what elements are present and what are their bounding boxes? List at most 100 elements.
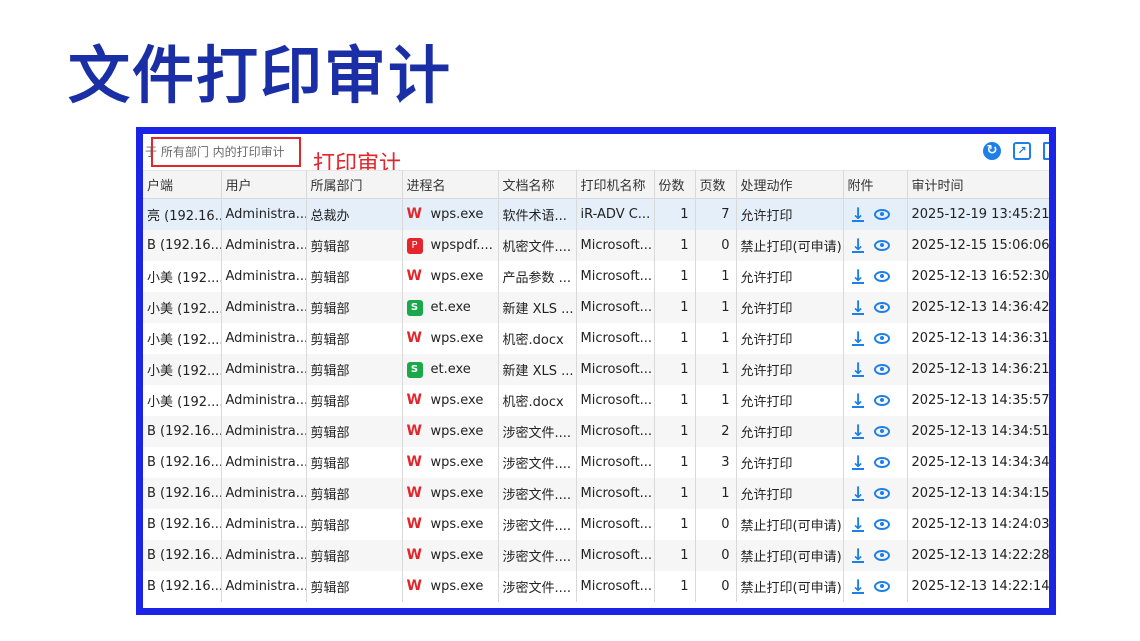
download-icon[interactable]: ↓ [851,268,865,284]
download-icon[interactable]: ↓ [851,237,865,253]
cell-time: 2025-12-13 14:24:03 [907,508,1049,540]
cell-process: Wwps.exe [402,415,499,447]
cell-copies: 1 [654,415,696,447]
highlight-box [151,137,301,167]
download-icon[interactable]: ↓ [851,299,865,315]
process-name: wps.exe [430,206,484,222]
cell-action: 禁止打印(可申请) [736,508,844,540]
table-row[interactable]: B (192.16... Administra... 剪辑部 Wwps.exe 涉密文件… [143,415,1049,447]
cell-doc: 新建 XLS ... [498,291,577,323]
cell-doc: 涉密文件.... [498,508,577,540]
cell-printer: iR-ADV C... [576,198,655,230]
view-icon[interactable] [873,301,890,313]
cell-user: Administra... [221,384,307,416]
view-icon[interactable] [873,580,890,592]
view-icon[interactable] [873,239,890,251]
view-icon[interactable] [873,270,890,282]
column-header[interactable]: 户端 [143,170,222,199]
cell-printer: Microsoft... [576,353,655,385]
cell-process: Wwps.exe [402,384,499,416]
download-icon[interactable]: ↓ [851,454,865,470]
cell-process: Wwps.exe [402,477,499,509]
cell-pages: 1 [695,477,737,509]
cell-time: 2025-12-13 14:36:21 [907,353,1049,385]
column-header[interactable]: 用户 [221,170,307,199]
view-icon[interactable] [873,394,890,406]
cell-process: Wwps.exe [402,570,499,602]
cell-attachment: ↓ [843,260,908,292]
cell-action: 允许打印 [736,446,844,478]
refresh-icon[interactable]: ↻ [983,142,1001,160]
cell-user: Administra... [221,539,307,571]
more-icon[interactable] [1043,142,1049,160]
table-row[interactable]: 小美 (192.... Administra... 剪辑部 Set.exe 新建 XLS… [143,353,1049,385]
view-icon[interactable] [873,208,890,220]
cell-attachment: ↓ [843,570,908,602]
view-icon[interactable] [873,518,890,530]
column-header[interactable]: 进程名 [402,170,499,199]
table-row[interactable]: B (192.16... Administra... 剪辑部 Wwps.exe 涉密文件… [143,570,1049,602]
cell-time: 2025-12-13 14:35:57 [907,384,1049,416]
table-row[interactable]: B (192.16... Administra... 剪辑部 Wwps.exe 涉密文件… [143,508,1049,540]
table-row[interactable]: 小美 (192.... Administra... 剪辑部 Wwps.exe 机密.do… [143,384,1049,416]
table-row[interactable]: 小美 (192.... Administra... 剪辑部 Set.exe 新建 XLS… [143,291,1049,323]
process-name: wpspdf.... [430,238,493,253]
column-header[interactable]: 份数 [654,170,696,199]
wps-icon: W [406,423,422,439]
cell-doc: 机密文件.... [498,229,577,261]
table-row[interactable]: 亮 (192.16... Administra... 总裁办 Wwps.exe 软件术语… [143,198,1049,230]
cell-printer: Microsoft... [576,415,655,447]
download-icon[interactable]: ↓ [851,485,865,501]
view-icon[interactable] [873,487,890,499]
download-icon[interactable]: ↓ [851,516,865,532]
cell-user: Administra... [221,353,307,385]
cell-printer: Microsoft... [576,508,655,540]
download-icon[interactable]: ↓ [851,361,865,377]
download-icon[interactable]: ↓ [851,392,865,408]
cell-dept: 剪辑部 [306,539,403,571]
cell-action: 禁止打印(可申请) [736,570,844,602]
download-icon[interactable]: ↓ [851,578,865,594]
cell-printer: Microsoft... [576,539,655,571]
cell-time: 2025-12-13 14:36:31 [907,322,1049,354]
view-icon[interactable] [873,363,890,375]
cell-client: 小美 (192.... [143,322,222,354]
column-header[interactable]: 文档名称 [498,170,577,199]
view-icon[interactable] [873,456,890,468]
wps-icon: W [406,454,422,470]
page: 文件打印审计 于 所有部门 内的打印审计 打印审计 ↻ ↗ 户端 用户 所属部门 进程… [0,0,1140,641]
table-row[interactable]: B (192.16... Administra... 剪辑部 Wwps.exe 涉密文件… [143,477,1049,509]
cell-time: 2025-12-13 14:34:51 [907,415,1049,447]
export-icon[interactable]: ↗ [1013,142,1031,160]
table-row[interactable]: B (192.16... Administra... 剪辑部 Wwps.exe 涉密文件… [143,539,1049,571]
cell-time: 2025-12-15 15:06:06 [907,229,1049,261]
cell-copies: 1 [654,446,696,478]
table-row[interactable]: 小美 (192.... Administra... 剪辑部 Wwps.exe 产品参数 … [143,260,1049,292]
download-icon[interactable]: ↓ [851,330,865,346]
download-icon[interactable]: ↓ [851,547,865,563]
column-header[interactable]: 处理动作 [736,170,844,199]
view-icon[interactable] [873,332,890,344]
view-icon[interactable] [873,425,890,437]
download-icon[interactable]: ↓ [851,206,865,223]
cell-printer: Microsoft... [576,477,655,509]
cell-time: 2025-12-13 14:22:14 [907,570,1049,602]
column-header[interactable]: 所属部门 [306,170,403,199]
column-header[interactable]: 审计时间 [907,170,1049,199]
process-name: wps.exe [430,268,484,284]
cell-doc: 涉密文件.... [498,446,577,478]
table-row[interactable]: B (192.16... Administra... 剪辑部 Pwpspdf.... 机… [143,229,1049,261]
cell-user: Administra... [221,322,307,354]
cell-pages: 1 [695,291,737,323]
table-row[interactable]: 小美 (192.... Administra... 剪辑部 Wwps.exe 机密.do… [143,322,1049,354]
table-row[interactable]: B (192.16... Administra... 剪辑部 Wwps.exe 涉密文件… [143,446,1049,478]
column-header[interactable]: 打印机名称 [576,170,655,199]
download-icon[interactable]: ↓ [851,423,865,439]
column-header[interactable]: 页数 [695,170,737,199]
column-header[interactable]: 附件 [843,170,908,199]
cell-doc: 软件术语... [498,198,577,230]
cell-printer: Microsoft... [576,291,655,323]
view-icon[interactable] [873,549,890,561]
process-name: wps.exe [430,423,484,439]
cell-process: Set.exe [402,291,499,323]
